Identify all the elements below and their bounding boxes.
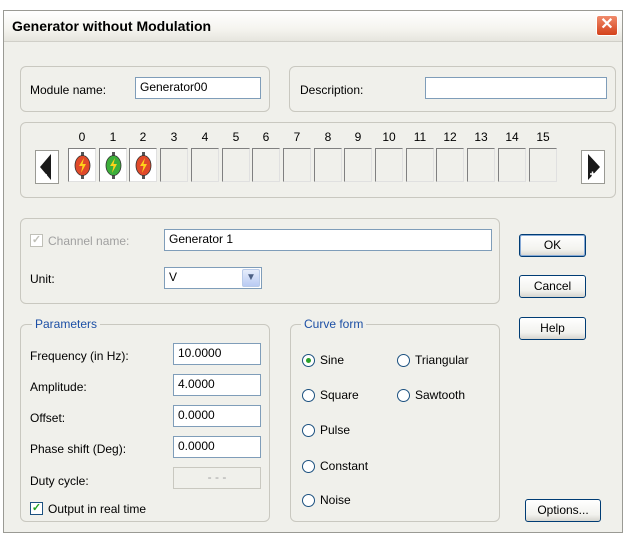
channel-slot[interactable] — [498, 148, 526, 182]
duty-cycle-input: - - - — [173, 467, 261, 489]
channel-number-label: 3 — [170, 130, 178, 144]
radio-pulse[interactable] — [302, 424, 315, 437]
channel-slot[interactable] — [375, 148, 403, 182]
phase-shift-input[interactable]: 0.0000 — [173, 436, 261, 458]
arrow-right-plus-icon — [588, 154, 600, 180]
prev-channel-button[interactable] — [35, 150, 59, 184]
amplitude-label: Amplitude: — [30, 380, 87, 394]
radio-square[interactable] — [302, 389, 315, 402]
channel-number-label: 5 — [232, 130, 240, 144]
description-input[interactable] — [425, 77, 607, 99]
constant-label: Constant — [320, 459, 369, 473]
radio-constant[interactable] — [302, 460, 315, 473]
channel-number-label: 10 — [382, 130, 396, 144]
channel-number-label: 6 — [262, 130, 270, 144]
channel-name-input[interactable]: Generator 1 — [164, 229, 492, 251]
channel-number-label: 4 — [201, 130, 209, 144]
arrow-left-minus-icon — [40, 154, 51, 180]
pulse-label: Pulse — [320, 423, 351, 437]
realtime-label: Output in real time — [48, 502, 147, 516]
channel-slot[interactable] — [529, 148, 557, 182]
triangular-label: Triangular — [415, 353, 469, 367]
channel-slot[interactable] — [467, 148, 495, 182]
channel-number-label: 12 — [443, 130, 457, 144]
generator-icon — [135, 152, 152, 179]
radio-noise[interactable] — [302, 494, 315, 507]
channel-slot[interactable] — [252, 148, 280, 182]
channel-slot[interactable] — [68, 148, 96, 182]
channel-slot[interactable] — [344, 148, 372, 182]
phase-shift-label: Phase shift (Deg): — [30, 442, 127, 456]
help-button[interactable]: Help — [519, 317, 586, 340]
realtime-checkbox[interactable]: ✓ — [30, 502, 43, 515]
module-name-input[interactable]: Generator00 — [135, 77, 261, 99]
generator-icon — [105, 152, 122, 179]
channel-slot[interactable] — [222, 148, 250, 182]
module-name-label: Module name: — [30, 83, 107, 97]
channel-slot[interactable] — [283, 148, 311, 182]
channel-number-label: 9 — [354, 130, 362, 144]
channel-number-label: 2 — [139, 130, 147, 144]
sine-label: Sine — [320, 353, 345, 367]
offset-input[interactable]: 0.0000 — [173, 405, 261, 427]
channel-number-label: 13 — [474, 130, 488, 144]
channel-slot[interactable] — [99, 148, 127, 182]
channel-name-label: Channel name: — [48, 234, 130, 248]
window-title: Generator without Modulation — [12, 18, 212, 34]
frequency-input[interactable]: 10.0000 — [173, 343, 261, 365]
parameters-title: Parameters — [32, 317, 101, 331]
channel-slot[interactable] — [160, 148, 188, 182]
ok-button[interactable]: OK — [519, 234, 586, 257]
duty-cycle-label: Duty cycle: — [30, 474, 89, 488]
channel-slot[interactable] — [406, 148, 434, 182]
generator-icon — [74, 152, 91, 179]
chevron-down-icon[interactable]: ▼ — [242, 269, 260, 287]
square-label: Square — [320, 388, 359, 402]
offset-label: Offset: — [30, 411, 66, 425]
frequency-label: Frequency (in Hz): — [30, 349, 129, 363]
channel-number-label: 7 — [293, 130, 301, 144]
channel-slot[interactable] — [436, 148, 464, 182]
channel-number-label: 14 — [505, 130, 519, 144]
noise-label: Noise — [320, 493, 351, 507]
close-button[interactable]: ✕ — [596, 15, 618, 36]
amplitude-input[interactable]: 4.0000 — [173, 374, 261, 396]
radio-sine[interactable] — [302, 354, 315, 367]
channel-slot[interactable] — [129, 148, 157, 182]
unit-label: Unit: — [30, 272, 55, 286]
channel-number-label: 15 — [536, 130, 550, 144]
radio-triangular[interactable] — [397, 354, 410, 367]
channel-slot[interactable] — [314, 148, 342, 182]
channel-number-label: 1 — [109, 130, 117, 144]
channel-name-checkbox[interactable]: ✓ — [30, 234, 43, 247]
channel-slot[interactable] — [191, 148, 219, 182]
description-label: Description: — [300, 83, 364, 97]
options-button[interactable]: Options... — [525, 499, 601, 522]
channel-number-label: 11 — [413, 130, 427, 144]
channel-number-label: 0 — [78, 130, 86, 144]
sawtooth-label: Sawtooth — [415, 388, 466, 402]
radio-sawtooth[interactable] — [397, 389, 410, 402]
next-channel-button[interactable] — [581, 150, 605, 184]
channel-number-label: 8 — [324, 130, 332, 144]
curve-form-title: Curve form — [301, 317, 367, 331]
cancel-button[interactable]: Cancel — [519, 275, 586, 298]
title-bar[interactable]: Generator without Modulation ✕ — [4, 11, 622, 42]
